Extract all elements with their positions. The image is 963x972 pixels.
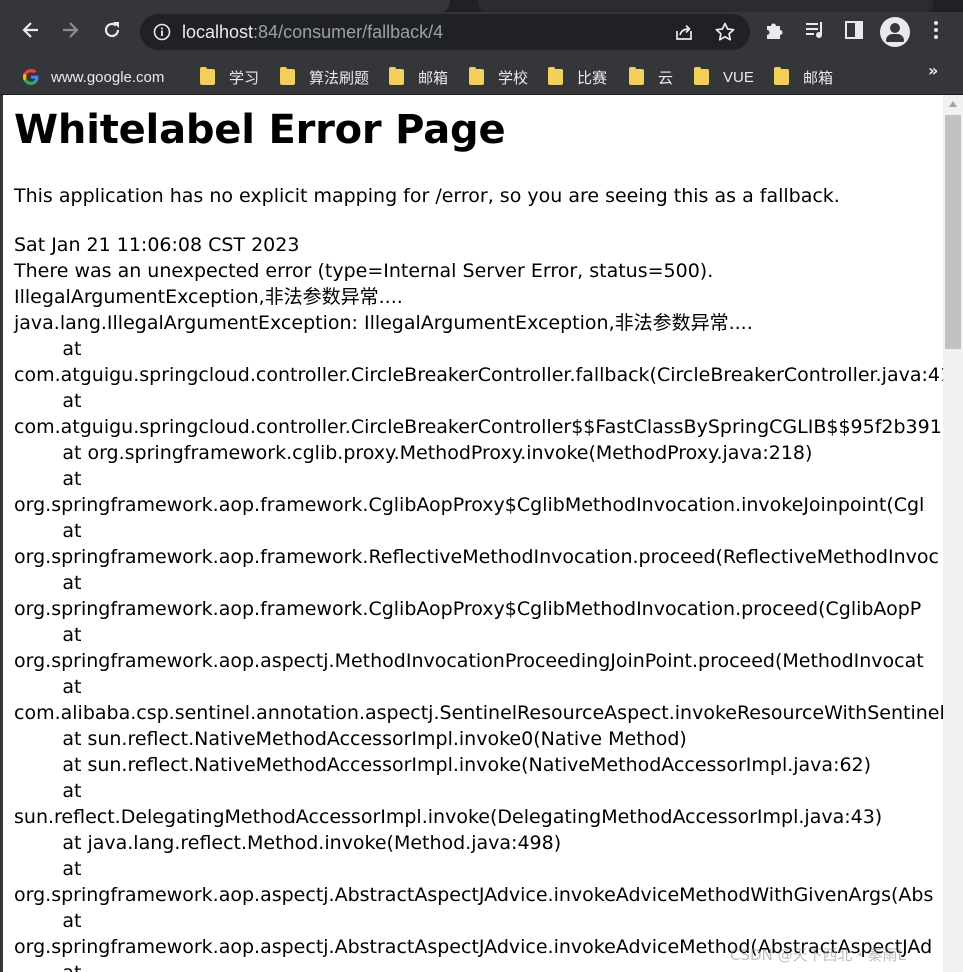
arrow-right-icon <box>63 22 79 38</box>
page-viewport: Whitelabel Error Page This application h… <box>0 95 943 972</box>
folder-icon <box>200 67 215 85</box>
bookmark-folder[interactable]: 学习 <box>200 60 259 94</box>
bookmarks-overflow-button[interactable]: » <box>928 61 938 80</box>
avatar-icon[interactable] <box>880 17 910 47</box>
page-title: Whitelabel Error Page <box>14 107 506 153</box>
bookmark-folder[interactable]: 云 <box>629 60 673 94</box>
url-path: :84/consumer/fallback/4 <box>253 22 444 42</box>
bookmark-label: 学习 <box>229 69 260 87</box>
tab-inactive[interactable] <box>478 0 933 12</box>
media-queue-icon[interactable] <box>804 19 826 41</box>
bookmark-label: 邮箱 <box>803 69 834 87</box>
bookmark-folder[interactable]: 邮箱 <box>774 60 833 94</box>
vertical-scrollbar[interactable] <box>943 95 963 972</box>
bookmark-label: 算法刷题 <box>309 69 370 87</box>
folder-icon <box>548 67 563 85</box>
folder-icon <box>469 67 484 85</box>
error-detail-line: org.springframework.aop.framework.Reflec… <box>14 546 939 568</box>
folder-icon <box>629 67 644 85</box>
reload-button[interactable] <box>96 14 128 46</box>
side-panel-icon[interactable] <box>843 19 865 41</box>
arrow-left-icon <box>22 22 38 38</box>
url-host: localhost <box>182 22 254 42</box>
tab-active[interactable] <box>0 0 450 12</box>
info-icon[interactable] <box>153 23 171 41</box>
error-detail-line: com.alibaba.csp.sentinel.annotation.aspe… <box>14 702 943 724</box>
bookmark-folder[interactable]: 算法刷题 <box>280 60 369 94</box>
folder-icon <box>774 67 789 85</box>
scrollbar-thumb[interactable] <box>945 115 961 349</box>
watermark: CSDN @天下西北・秦雨L <box>730 946 906 964</box>
url-text[interactable]: localhost:84/consumer/fallback/4 <box>182 22 443 43</box>
error-detail-line: at <box>14 390 82 412</box>
error-detail-line: com.atguigu.springcloud.controller.Circl… <box>14 364 943 386</box>
bookmark-label: VUE <box>723 68 754 86</box>
error-detail-line: at <box>14 468 82 490</box>
error-detail-line: org.springframework.aop.aspectj.MethodIn… <box>14 650 924 672</box>
error-detail-line: at <box>14 858 82 880</box>
bookmark-label: 学校 <box>498 69 529 87</box>
error-detail-line: There was an unexpected error (type=Inte… <box>14 260 714 282</box>
bookmark-folder[interactable]: 邮箱 <box>389 60 448 94</box>
puzzle-icon[interactable] <box>764 19 786 41</box>
folder-icon <box>280 67 295 85</box>
error-detail-line: at java.lang.reflect.Method.invoke(Metho… <box>14 832 562 854</box>
back-button[interactable] <box>15 14 47 46</box>
error-detail-line: at <box>14 624 82 646</box>
bookmark-google[interactable]: www.google.com <box>22 60 164 94</box>
star-icon[interactable] <box>714 21 736 43</box>
share-icon[interactable] <box>674 22 694 42</box>
error-detail-line: org.springframework.aop.framework.CglibA… <box>14 598 922 620</box>
error-detail-line: at sun.reflect.NativeMethodAccessorImpl.… <box>14 754 872 776</box>
error-description: This application has no explicit mapping… <box>14 185 840 207</box>
bookmark-folder[interactable]: 学校 <box>469 60 528 94</box>
folder-icon <box>389 67 404 85</box>
error-details: Sat Jan 21 11:06:08 CST 2023 There was an… <box>14 232 943 972</box>
scroll-up-arrow-icon[interactable] <box>949 101 957 107</box>
bookmarks-bar: www.google.com 学习 算法刷题 邮箱 学校 比赛 云 VUE 邮箱 <box>0 60 963 95</box>
bookmark-folder[interactable]: VUE <box>694 60 754 94</box>
error-detail-line: IllegalArgumentException,非法参数异常.... <box>14 286 403 308</box>
error-detail-line: at sun.reflect.NativeMethodAccessorImpl.… <box>14 728 687 750</box>
reload-icon <box>104 22 120 38</box>
bookmark-label: www.google.com <box>51 68 165 86</box>
error-detail-line: at <box>14 780 82 802</box>
error-detail-line: at <box>14 338 82 360</box>
error-detail-line: org.springframework.aop.aspectj.Abstract… <box>14 884 934 906</box>
folder-icon <box>694 67 709 85</box>
tab-strip <box>0 0 963 12</box>
bookmark-label: 云 <box>658 69 674 87</box>
kebab-menu-icon[interactable] <box>926 19 946 41</box>
bookmark-label: 邮箱 <box>418 69 449 87</box>
error-detail-line: at <box>14 910 82 932</box>
error-detail-line: sun.reflect.DelegatingMethodAccessorImpl… <box>14 806 883 828</box>
error-detail-line: at <box>14 520 82 542</box>
error-detail-line: at org.springframework.cglib.proxy.Metho… <box>14 442 813 464</box>
error-detail-line: at <box>14 676 82 698</box>
error-detail-line: java.lang.IllegalArgumentException: Ille… <box>14 312 753 334</box>
error-detail-line: Sat Jan 21 11:06:08 CST 2023 <box>14 234 300 256</box>
forward-button[interactable] <box>54 14 86 46</box>
error-detail-line: com.atguigu.springcloud.controller.Circl… <box>14 416 943 438</box>
bookmark-label: 比赛 <box>577 69 608 87</box>
google-logo-icon <box>23 69 39 85</box>
error-detail-line: at <box>14 572 82 594</box>
error-detail-line: org.springframework.aop.framework.CglibA… <box>14 494 925 516</box>
bookmark-folder[interactable]: 比赛 <box>548 60 607 94</box>
address-bar[interactable]: localhost:84/consumer/fallback/4 <box>140 14 750 50</box>
